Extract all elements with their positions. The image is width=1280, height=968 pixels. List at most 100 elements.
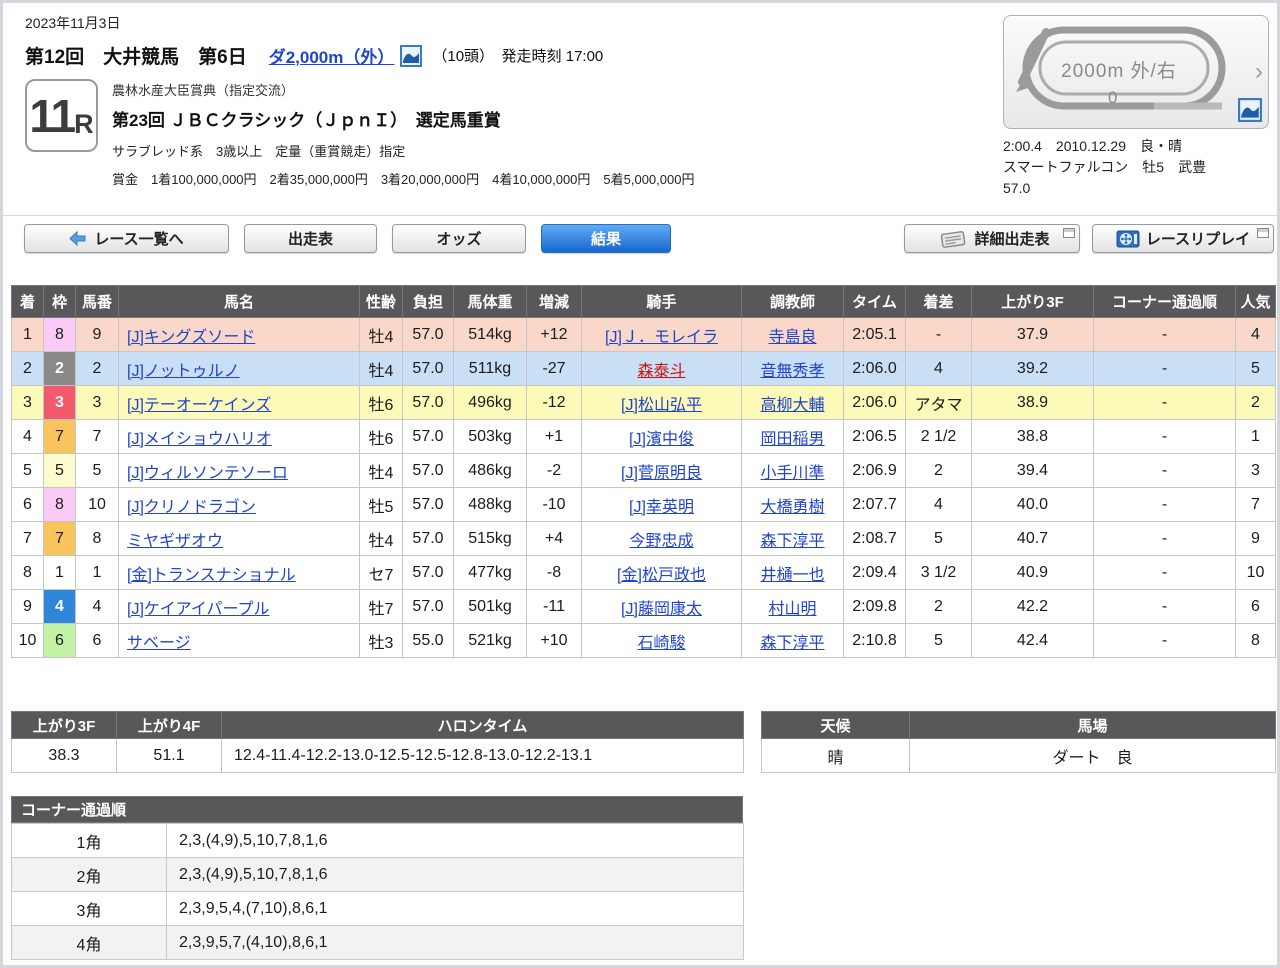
trainer-link[interactable]: 高柳大輔 bbox=[760, 397, 824, 414]
conditions-table: 天候 馬場 晴 ダート 良 bbox=[761, 711, 1276, 773]
cell-weight: 503kg bbox=[453, 419, 527, 454]
horse-link[interactable]: [J]クリノドラゴン bbox=[127, 499, 256, 516]
race-replay-button[interactable]: レースリプレイ bbox=[1092, 224, 1274, 253]
cell-time: 2:07.7 bbox=[843, 487, 906, 522]
cell-pos: 7 bbox=[11, 521, 44, 556]
cell-corner: - bbox=[1093, 453, 1236, 488]
course-view-icon[interactable] bbox=[1238, 98, 1262, 122]
cell-margin: 4 bbox=[905, 351, 972, 386]
result-row: 8 1 1 [金]トランスナショナル セ7 57.0 477kg -8 [金]松戸政也 井樋一也 2… bbox=[11, 555, 1276, 590]
jockey-link[interactable]: [J]幸英明 bbox=[629, 499, 694, 516]
cell-pop: 10 bbox=[1235, 555, 1276, 590]
trainer-link[interactable]: 森下淳平 bbox=[760, 635, 824, 652]
film-reel-icon bbox=[1116, 230, 1140, 247]
horse-link[interactable]: ミヤギザオウ bbox=[127, 533, 223, 550]
track-condition-header: 馬場 bbox=[909, 711, 1276, 739]
race-number: 11 bbox=[29, 89, 76, 142]
cell-corner: - bbox=[1093, 419, 1236, 454]
horse-link[interactable]: [J]キングズソード bbox=[127, 329, 255, 346]
corner-value: 2,3,9,5,4,(7,10),8,6,1 bbox=[166, 891, 744, 926]
cell-diff: +1 bbox=[526, 419, 582, 454]
cell-sexage: 牡4 bbox=[359, 453, 403, 488]
cell-margin: - bbox=[905, 317, 972, 352]
horse-link[interactable]: [J]テーオーケインズ bbox=[127, 397, 271, 414]
cell-pop: 4 bbox=[1235, 317, 1276, 352]
trainer-link[interactable]: 森下淳平 bbox=[760, 533, 824, 550]
cell-weight: 488kg bbox=[453, 487, 527, 522]
new-window-icon bbox=[1257, 228, 1269, 238]
horse-link[interactable]: [J]ケイアイパープル bbox=[127, 601, 270, 618]
cell-margin: 2 1/2 bbox=[905, 419, 972, 454]
trainer-link[interactable]: 小手川準 bbox=[760, 465, 824, 482]
cell-diff: -11 bbox=[526, 589, 582, 624]
cell-corner: - bbox=[1093, 385, 1236, 420]
jockey-link[interactable]: 森泰斗 bbox=[637, 363, 685, 380]
cell-trainer: 村山明 bbox=[741, 589, 844, 624]
cell-time: 2:09.4 bbox=[843, 555, 906, 590]
jockey-link[interactable]: 今野忠成 bbox=[629, 533, 693, 550]
cell-weight: 496kg bbox=[453, 385, 527, 420]
grade-line: 農林水産大臣賞典（指定交流） bbox=[112, 83, 295, 98]
detailed-entries-button[interactable]: 詳細出走表 bbox=[904, 224, 1080, 253]
cell-weight: 521kg bbox=[453, 623, 527, 658]
horse-link[interactable]: [金]トランスナショナル bbox=[127, 567, 296, 584]
result-row: 4 7 7 [J]メイショウハリオ 牡6 57.0 503kg +1 [J]濱中俊 岡田稲男 2:0… bbox=[11, 419, 1276, 454]
jockey-link[interactable]: [J]Ｊ．モレイラ bbox=[605, 329, 718, 346]
back-to-race-list-button[interactable]: レース一覧へ bbox=[24, 224, 229, 253]
course-distance-link[interactable]: ダ2,000m（外） bbox=[269, 43, 395, 68]
result-row: 2 2 2 [J]ノットゥルノ 牡4 57.0 511kg -27 森泰斗 音無秀孝 2:06.0 4… bbox=[11, 351, 1276, 386]
tab-results-active[interactable]: 結果 bbox=[541, 224, 671, 253]
results-label: 結果 bbox=[590, 231, 621, 248]
jockey-link[interactable]: [J]松山弘平 bbox=[621, 397, 702, 414]
horse-link[interactable]: [J]メイショウハリオ bbox=[127, 431, 272, 448]
track-distance-label: 2000m 外/右 bbox=[1061, 61, 1177, 82]
tab-entries[interactable]: 出走表 bbox=[244, 224, 377, 253]
entries-label: 出走表 bbox=[287, 231, 333, 248]
results-col-header: 枠 bbox=[43, 285, 76, 318]
results-col-header: 馬名 bbox=[118, 285, 360, 318]
horse-link[interactable]: [J]ウィルソンテソーロ bbox=[127, 465, 288, 482]
trainer-link[interactable]: 寺島良 bbox=[768, 329, 816, 346]
newspaper-icon bbox=[941, 230, 966, 248]
cell-pos: 5 bbox=[11, 453, 44, 488]
cell-margin: アタマ bbox=[905, 385, 972, 420]
track-diagram[interactable]: 2000m 外/右 0 › bbox=[1003, 15, 1269, 129]
cell-last3f: 39.2 bbox=[971, 351, 1094, 386]
jockey-link[interactable]: [J]藤岡康太 bbox=[621, 601, 702, 618]
results-col-header: 馬番 bbox=[75, 285, 119, 318]
cell-weight: 477kg bbox=[453, 555, 527, 590]
horse-link[interactable]: [J]ノットゥルノ bbox=[127, 363, 240, 380]
jockey-link[interactable]: [J]菅原明良 bbox=[621, 465, 702, 482]
trainer-link[interactable]: 村山明 bbox=[768, 601, 816, 618]
cell-load: 57.0 bbox=[402, 589, 454, 624]
cell-sexage: 牡7 bbox=[359, 589, 403, 624]
cell-waku: 8 bbox=[43, 317, 76, 352]
cell-trainer: 森下淳平 bbox=[741, 623, 844, 658]
results-col-header: 負担 bbox=[402, 285, 454, 318]
jockey-link[interactable]: [J]濱中俊 bbox=[629, 431, 694, 448]
cell-last3f: 37.9 bbox=[971, 317, 1094, 352]
cell-weight: 486kg bbox=[453, 453, 527, 488]
cell-sexage: 牡4 bbox=[359, 521, 403, 556]
jockey-link[interactable]: 石崎駿 bbox=[637, 635, 685, 652]
trainer-link[interactable]: 音無秀孝 bbox=[760, 363, 824, 380]
corner-label: 1角 bbox=[11, 823, 167, 858]
cell-pop: 1 bbox=[1235, 419, 1276, 454]
trainer-link[interactable]: 岡田稲男 bbox=[760, 431, 824, 448]
tab-odds[interactable]: オッズ bbox=[392, 224, 526, 253]
header-divider bbox=[3, 215, 1277, 216]
trainer-link[interactable]: 大橋勇樹 bbox=[760, 499, 824, 516]
cell-jockey: [J]幸英明 bbox=[581, 487, 742, 522]
jockey-link[interactable]: [金]松戸政也 bbox=[617, 567, 706, 584]
trainer-link[interactable]: 井樋一也 bbox=[760, 567, 824, 584]
track-sub-label: 0 bbox=[1108, 88, 1118, 107]
chevron-right-icon[interactable]: › bbox=[1255, 58, 1263, 86]
cell-jockey: [金]松戸政也 bbox=[581, 555, 742, 590]
horse-link[interactable]: サベージ bbox=[127, 635, 191, 652]
cell-pop: 6 bbox=[1235, 589, 1276, 624]
course-view-icon[interactable] bbox=[400, 44, 423, 67]
cell-diff: +10 bbox=[526, 623, 582, 658]
cell-weight: 515kg bbox=[453, 521, 527, 556]
corner-tbody: 1角 2,3,(4,9),5,10,7,8,1,6 2角 2,3,(4,9),5,10… bbox=[11, 823, 744, 960]
cell-num: 4 bbox=[75, 589, 119, 624]
